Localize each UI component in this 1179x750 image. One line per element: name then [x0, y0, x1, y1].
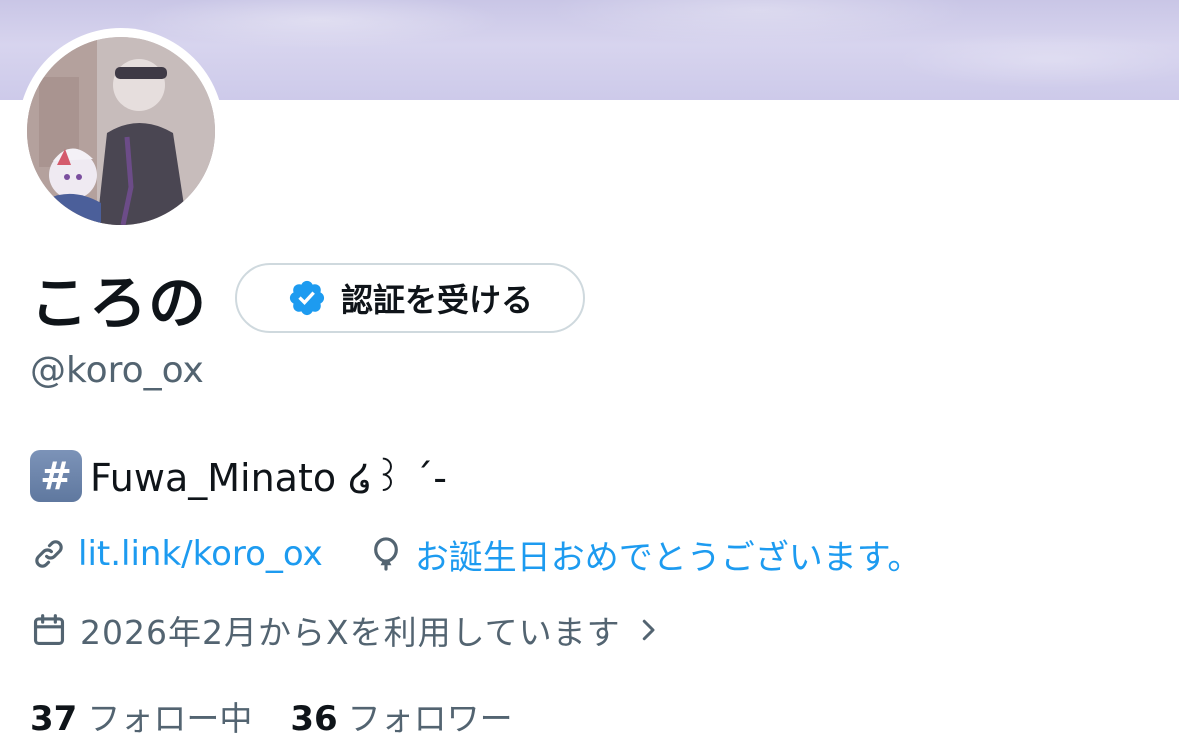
profile-meta-row: lit.link/koro_ox お誕生日おめでとうございます。 [30, 530, 921, 578]
joined-date-text: 2026年2月からXを利用しています [80, 613, 621, 652]
avatar-ring [18, 28, 224, 234]
calendar-icon [33, 614, 65, 646]
followers-stat[interactable]: 36 フォロワー [290, 692, 512, 740]
chevron-right-icon [642, 619, 655, 641]
avatar[interactable] [27, 37, 215, 225]
display-name: ころの [30, 269, 208, 337]
avatar-illustration [27, 37, 215, 225]
followers-count: 36 [290, 699, 338, 739]
profile-page: ころの 認証を受ける @koro_ox # Fuwa_Minato ໒꒱ ˊ- … [0, 0, 1179, 750]
followers-label: フォロワー [347, 699, 513, 738]
get-verified-label: 認証を受ける [341, 281, 534, 319]
link-icon [35, 540, 63, 568]
verified-badge-icon [289, 280, 325, 316]
bio-text: Fuwa_Minato ໒꒱ ˊ- [90, 456, 447, 500]
follow-stats: 37 フォロー中 36 フォロワー [30, 692, 513, 740]
hashtag-keycap-icon: # [30, 450, 82, 502]
following-label: フォロー中 [87, 699, 253, 738]
following-count: 37 [30, 699, 78, 739]
following-stat[interactable]: 37 フォロー中 [30, 692, 252, 740]
profile-link[interactable]: lit.link/koro_ox [78, 534, 323, 574]
balloon-icon [373, 537, 398, 571]
joined-date-row[interactable]: 2026年2月からXを利用しています [30, 606, 663, 654]
name-row: ころの 認証を受ける [30, 262, 586, 337]
get-verified-button[interactable]: 認証を受ける [235, 263, 586, 333]
birthday-item[interactable]: お誕生日おめでとうございます。 [367, 530, 922, 579]
bio: # Fuwa_Minato ໒꒱ ˊ- [30, 450, 447, 502]
profile-link-item[interactable]: lit.link/koro_ox [30, 534, 323, 574]
birthday-text[interactable]: お誕生日おめでとうございます。 [415, 530, 922, 579]
user-handle: @koro_ox [30, 350, 204, 391]
